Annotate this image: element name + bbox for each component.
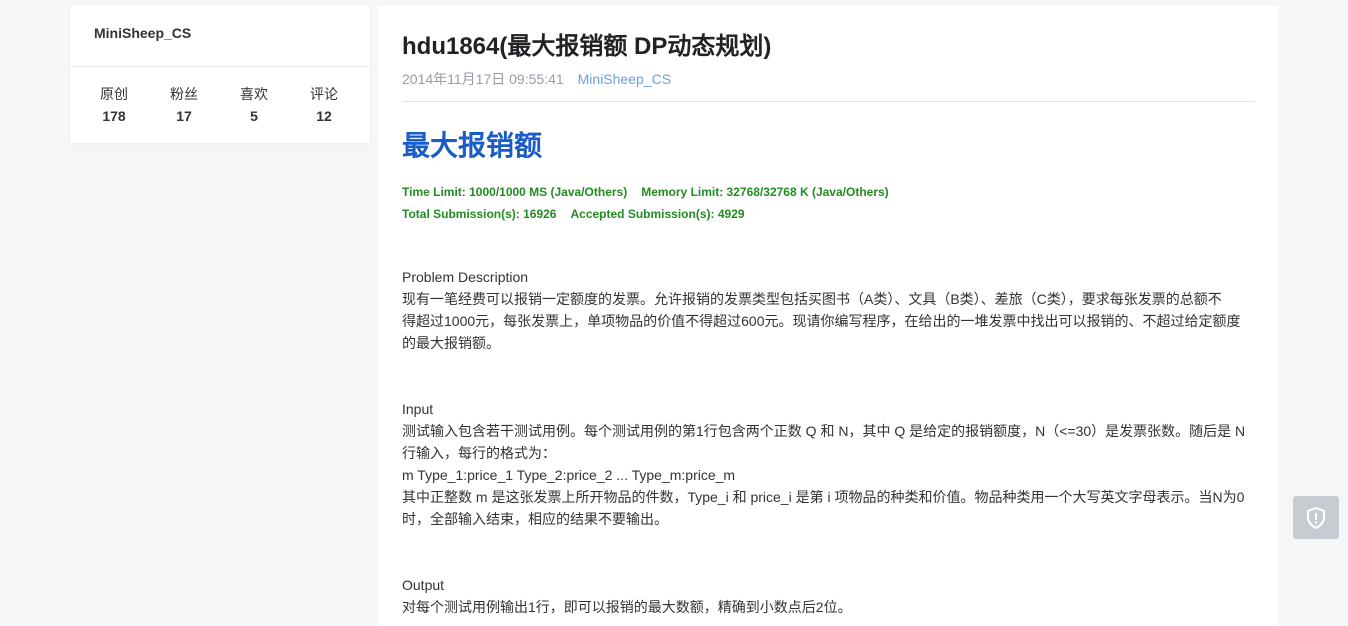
input-line: 测试输入包含若干测试用例。每个测试用例的第1行包含两个正数 Q 和 N，其中 Q… — [402, 423, 1246, 439]
section-heading: Output — [402, 577, 445, 593]
section-heading: Problem Description — [402, 269, 529, 285]
author-link[interactable]: MiniSheep_CS — [578, 71, 671, 87]
shield-icon — [1307, 506, 1325, 529]
stat-value: 12 — [316, 108, 332, 124]
problem-output: Output 对每个测试用例输出1行，即可以报销的最大数额，精确到小数点后2位。 — [402, 574, 1252, 618]
stat-label: 评论 — [310, 86, 338, 102]
description-line: 现有一笔经费可以报销一定额度的发票。允许报销的发票类型包括买图书（A类）、文具（… — [402, 291, 1222, 307]
article-meta: 2014年11月17日 09:55:41 MiniSheep_CS — [402, 69, 671, 89]
title-divider — [402, 101, 1255, 102]
stat-value: 5 — [250, 108, 258, 124]
stat-label: 原创 — [100, 86, 128, 102]
author-name[interactable]: MiniSheep_CS — [94, 25, 191, 41]
article-container: hdu1864(最大报销额 DP动态规划) 2014年11月17日 09:55:… — [378, 6, 1278, 626]
input-line: 其中正整数 m 是这张发票上所开物品的件数，Type_i 和 price_i 是… — [402, 489, 1245, 505]
stat-original[interactable]: 原创 178 — [79, 85, 149, 125]
time-limit: Time Limit: 1000/1000 MS (Java/Others) — [402, 185, 628, 199]
description-line: 得超过1000元，每张发票上，单项物品的价值不得超过600元。现请你编写程序，在… — [402, 313, 1241, 329]
profile-divider — [70, 66, 370, 67]
article-title: hdu1864(最大报销额 DP动态规划) — [402, 33, 772, 60]
accepted-submissions: Accepted Submission(s): 4929 — [570, 207, 745, 221]
problem-title: 最大报销额 — [402, 130, 543, 161]
author-stats: 原创 178 粉丝 17 喜欢 5 评论 12 — [79, 85, 359, 125]
section-heading: Input — [402, 401, 434, 417]
stat-label: 喜欢 — [240, 86, 268, 102]
stat-comments[interactable]: 评论 12 — [289, 85, 359, 125]
author-profile-card: MiniSheep_CS 原创 178 粉丝 17 喜欢 5 评论 12 — [70, 6, 370, 143]
memory-limit: Memory Limit: 32768/32768 K (Java/Others… — [641, 185, 889, 199]
stat-value: 17 — [176, 108, 192, 124]
output-line: 对每个测试用例输出1行，即可以报销的最大数额，精确到小数点后2位。 — [402, 599, 852, 615]
publish-date: 2014年11月17日 09:55:41 — [402, 71, 564, 87]
problem-description: Problem Description 现有一笔经费可以报销一定额度的发票。允许… — [402, 266, 1252, 354]
shield-button[interactable] — [1293, 496, 1339, 539]
stat-fans[interactable]: 粉丝 17 — [149, 85, 219, 125]
stat-value: 178 — [102, 108, 126, 124]
input-line: 时，全部输入结束，相应的结果不要输出。 — [402, 511, 668, 527]
stat-likes[interactable]: 喜欢 5 — [219, 85, 289, 125]
input-line: m Type_1:price_1 Type_2:price_2 ... Type… — [402, 467, 736, 483]
problem-limits: Time Limit: 1000/1000 MS (Java/Others) Me… — [402, 181, 889, 225]
input-line: 行输入，每行的格式为： — [402, 445, 556, 461]
stat-label: 粉丝 — [170, 86, 198, 102]
total-submissions: Total Submission(s): 16926 — [402, 207, 557, 221]
problem-input: Input 测试输入包含若干测试用例。每个测试用例的第1行包含两个正数 Q 和 … — [402, 398, 1252, 530]
description-line: 的最大报销额。 — [402, 335, 500, 351]
